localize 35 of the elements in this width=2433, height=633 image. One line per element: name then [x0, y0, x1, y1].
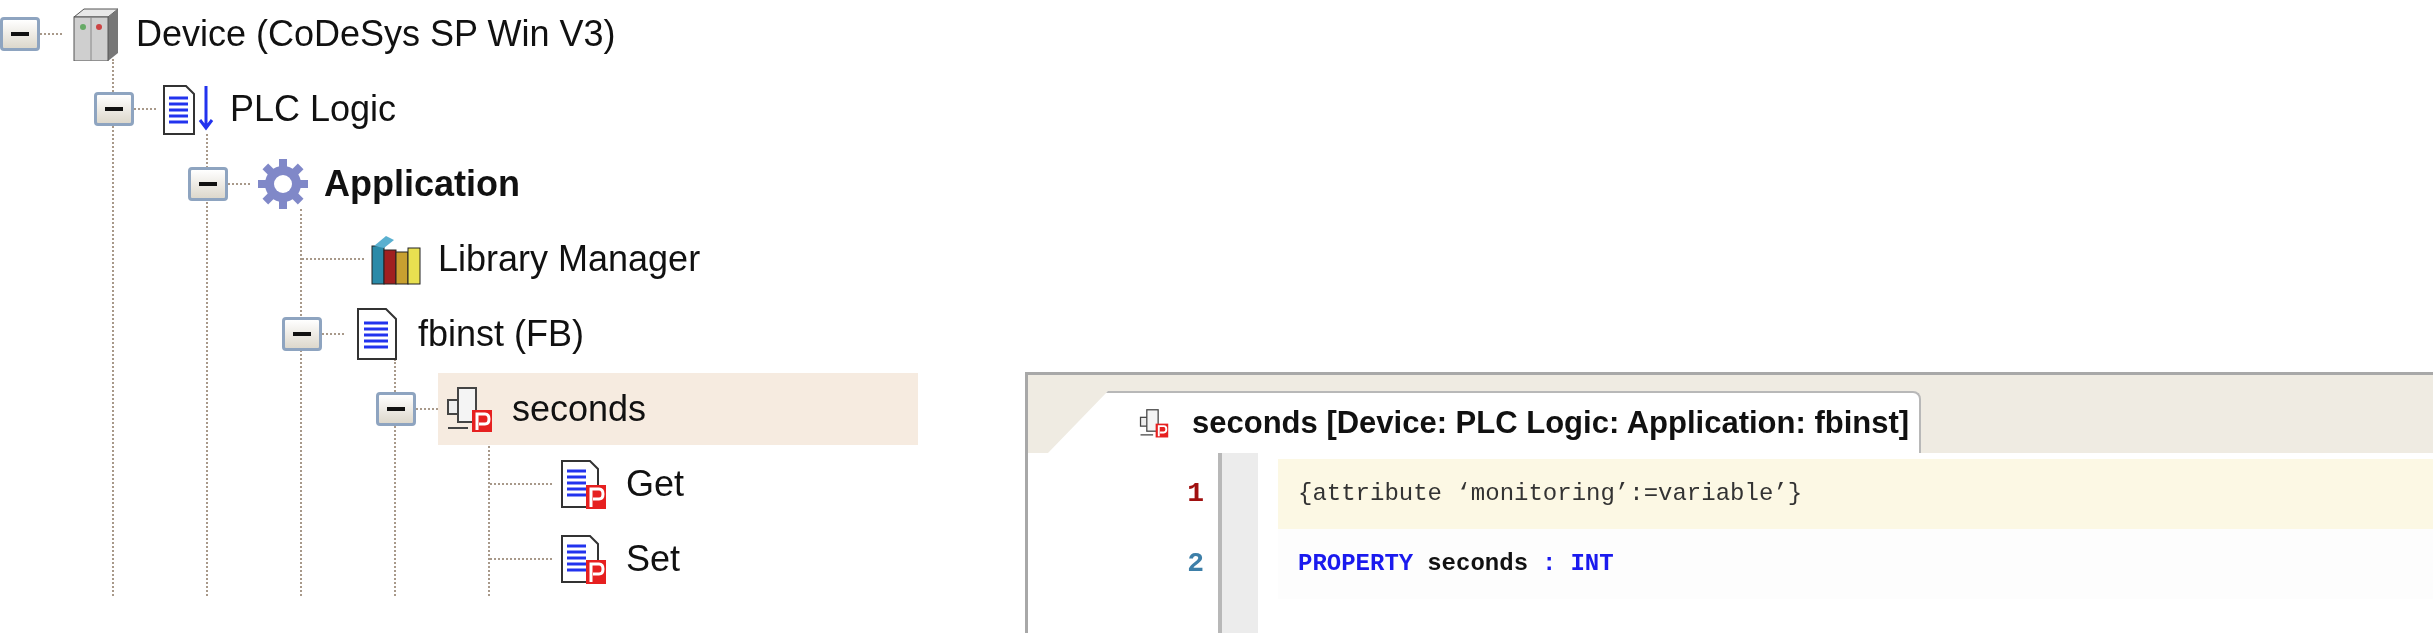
- tree-item[interactable]: Application: [250, 147, 540, 220]
- code-token: :: [1542, 549, 1557, 579]
- tree-item-label: Set: [626, 536, 681, 581]
- tree-item[interactable]: Set: [552, 522, 701, 595]
- gear-icon: [256, 156, 310, 211]
- tree-item-label: Application: [324, 161, 520, 206]
- collapse-toggle[interactable]: [188, 166, 228, 201]
- collapse-toggle[interactable]: [94, 91, 134, 126]
- minus-icon: [11, 31, 29, 36]
- line-number: 1: [1187, 477, 1204, 511]
- tree-item-label: Library Manager: [438, 236, 701, 281]
- tree-item[interactable]: Get: [552, 447, 705, 520]
- tree-item-label: fbinst (FB): [418, 311, 585, 356]
- editor-tab[interactable]: seconds [Device: PLC Logic: Application: fbinst]: [1048, 391, 1922, 453]
- minus-icon: [105, 106, 123, 111]
- line-number: 2: [1187, 547, 1204, 581]
- tree-item[interactable]: fbinst (FB): [344, 297, 605, 370]
- tree-item[interactable]: PLC Logic: [156, 72, 417, 145]
- tree-item[interactable]: Device (CoDeSys SP Win V3): [62, 0, 636, 70]
- code-token: {attribute ‘monitoring’:=variable’}: [1298, 479, 1803, 509]
- minus-icon: [387, 406, 405, 411]
- tree-item-label: seconds: [512, 386, 647, 431]
- minus-icon: [199, 181, 217, 186]
- tree-item[interactable]: seconds: [438, 372, 918, 445]
- collapse-toggle[interactable]: [282, 316, 322, 351]
- tree-item[interactable]: Library Manager: [364, 222, 721, 295]
- tree-item-label: PLC Logic: [230, 86, 397, 131]
- minus-icon: [293, 331, 311, 336]
- code-token: seconds: [1427, 549, 1529, 579]
- code-token: PROPERTY: [1298, 549, 1414, 579]
- collapse-toggle[interactable]: [376, 391, 416, 426]
- code-token: INT: [1570, 549, 1614, 579]
- collapse-toggle[interactable]: [0, 16, 40, 51]
- tree-item-label: Get: [626, 461, 685, 506]
- tree-item-label: Device (CoDeSys SP Win V3): [136, 11, 616, 56]
